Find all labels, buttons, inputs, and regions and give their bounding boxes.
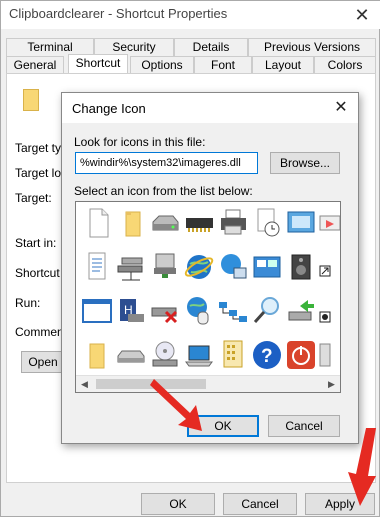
- printer-icon[interactable]: [216, 206, 250, 240]
- dialog-title-bar: Change Icon ✕: [62, 93, 358, 123]
- scroll-left-icon[interactable]: ◀: [76, 376, 93, 392]
- icon-list[interactable]: H ? ◀ ▶: [75, 201, 341, 393]
- cd-drive-icon[interactable]: [148, 338, 182, 372]
- network-topology-icon[interactable]: [216, 294, 250, 328]
- dialog-title: Change Icon: [72, 101, 146, 116]
- browse-button[interactable]: Browse...: [270, 152, 340, 174]
- shortcut-file-icon: [23, 89, 39, 111]
- tab-shortcut[interactable]: Shortcut: [68, 54, 128, 74]
- network-server-icon[interactable]: [148, 250, 182, 284]
- text-document-icon[interactable]: [80, 250, 114, 284]
- folder-small-icon[interactable]: [80, 338, 114, 372]
- target-label: Target:: [15, 191, 52, 205]
- power-button-icon[interactable]: [284, 338, 318, 372]
- window-title: Clipboardclearer - Shortcut Properties: [9, 6, 228, 21]
- removable-drive-icon[interactable]: [114, 338, 148, 372]
- svg-text:?: ?: [261, 346, 273, 367]
- scroll-right-icon[interactable]: ▶: [323, 376, 340, 392]
- target-location-label: Target loc: [15, 166, 68, 180]
- control-panel-icon[interactable]: [250, 250, 284, 284]
- floppy-save-icon[interactable]: H: [114, 294, 148, 328]
- dialog-cancel-button[interactable]: Cancel: [268, 415, 340, 437]
- target-type-label: Target typ: [15, 141, 68, 155]
- drive-error-icon[interactable]: [148, 294, 182, 328]
- internet-globe-icon[interactable]: [182, 250, 216, 284]
- hard-drive-icon[interactable]: [148, 206, 182, 240]
- speaker-icon[interactable]: [284, 250, 318, 284]
- start-in-label: Start in:: [15, 236, 57, 250]
- red-arrow-ok-pointer: [150, 379, 202, 431]
- help-question-icon[interactable]: ?: [250, 338, 284, 372]
- monitor-window-icon[interactable]: [284, 206, 318, 240]
- run-label: Run:: [15, 296, 41, 310]
- tab-row-top: Terminal Security Details Previous Versi…: [6, 38, 376, 56]
- green-arrow-drive-icon[interactable]: [284, 294, 318, 328]
- tab-options[interactable]: Options: [130, 56, 194, 74]
- tab-details[interactable]: Details: [174, 38, 248, 56]
- shortcut-arrow-icon[interactable]: [318, 250, 340, 284]
- document-clock-icon[interactable]: [250, 206, 284, 240]
- application-window-icon[interactable]: [80, 294, 114, 328]
- red-arrow-apply-pointer: [348, 428, 376, 506]
- document-grid-icon[interactable]: [216, 338, 250, 372]
- blank-document-icon[interactable]: [80, 206, 114, 240]
- icon-file-path-input[interactable]: [75, 152, 258, 174]
- tab-font[interactable]: Font: [194, 56, 252, 74]
- look-for-icons-label: Look for icons in this file:: [74, 135, 206, 149]
- folder-icon[interactable]: [114, 206, 148, 240]
- network-globe-icon[interactable]: [216, 250, 250, 284]
- partial-icon-r3[interactable]: [318, 294, 340, 328]
- laptop-icon[interactable]: [182, 338, 216, 372]
- tab-colors[interactable]: Colors: [314, 56, 376, 74]
- ok-button[interactable]: OK: [141, 493, 215, 515]
- partial-icon-r4[interactable]: [318, 338, 340, 372]
- globe-mouse-icon[interactable]: [182, 294, 216, 328]
- select-icon-label: Select an icon from the list below:: [74, 184, 253, 198]
- tab-layout[interactable]: Layout: [252, 56, 314, 74]
- dialog-close-icon[interactable]: ✕: [330, 97, 352, 119]
- close-icon[interactable]: ✕: [347, 3, 377, 27]
- tab-previous-versions[interactable]: Previous Versions: [248, 38, 376, 56]
- tab-general[interactable]: General: [6, 56, 64, 74]
- tab-row-bottom: General Shortcut Options Font Layout Col…: [6, 54, 376, 74]
- memory-chip-icon[interactable]: [182, 206, 216, 240]
- partial-icon-r1[interactable]: [318, 206, 340, 240]
- title-bar: Clipboardclearer - Shortcut Properties ✕: [1, 1, 380, 29]
- network-drives-icon[interactable]: [114, 250, 148, 284]
- open-file-location-button[interactable]: Open: [21, 351, 65, 373]
- cancel-button[interactable]: Cancel: [223, 493, 297, 515]
- search-magnifier-icon[interactable]: [250, 294, 284, 328]
